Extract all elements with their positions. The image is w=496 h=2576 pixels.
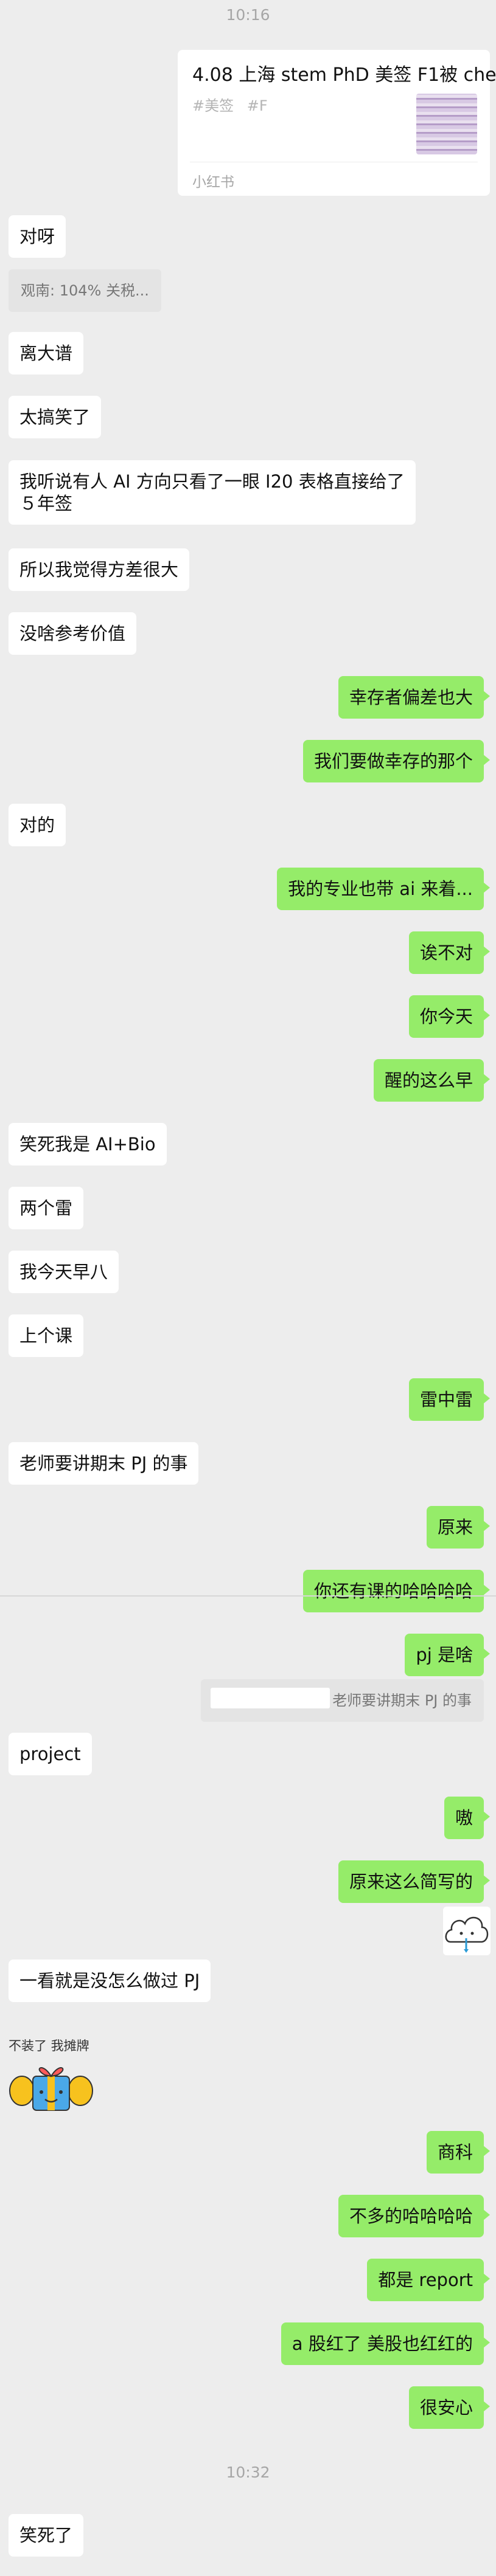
message-bubble[interactable]: project	[9, 1733, 92, 1775]
message-bubble[interactable]: 我今天早八	[9, 1251, 119, 1293]
quoted-message[interactable]: 老师要讲期末 PJ 的事	[201, 1679, 484, 1722]
message-bubble[interactable]: 你今天	[408, 995, 491, 1038]
message-bubble[interactable]: a 股红了 美股也红红的	[281, 2322, 491, 2365]
card-tags: #美签 #F	[192, 94, 276, 115]
redacted-name	[211, 1688, 330, 1708]
message-bubble[interactable]: 上个课	[9, 1314, 84, 1357]
card-tag: #F	[246, 97, 268, 114]
message-bubble[interactable]: 离大谱	[9, 332, 84, 375]
message-bubble[interactable]: 一看就是没怎么做过 PJ	[9, 1960, 211, 2002]
message-bubble[interactable]: 都是 report	[367, 2259, 490, 2301]
card-tag: #美签	[192, 97, 234, 114]
message-bubble[interactable]: 商科	[426, 2131, 491, 2174]
message-bubble[interactable]: 幸存者偏差也大	[338, 676, 491, 719]
message-bubble[interactable]: 醒的这么早	[373, 1059, 491, 1102]
gift-sticker-icon[interactable]	[9, 2058, 94, 2114]
gift-sticker-image	[9, 2067, 93, 2111]
message-bubble[interactable]: 没啥参考价值	[9, 612, 137, 655]
message-bubble[interactable]: 太搞笑了	[9, 396, 102, 438]
message-bubble[interactable]: 所以我觉得方差很大	[9, 548, 190, 591]
quoted-text: 老师要讲期末 PJ 的事	[332, 1692, 472, 1709]
message-bubble[interactable]: 原来这么简写的	[338, 1860, 491, 1903]
card-title: 4.08 上海 stem PhD 美签 F1被 check	[192, 64, 496, 86]
message-bubble[interactable]: 不多的哈哈哈哈	[338, 2195, 491, 2237]
message-bubble[interactable]: 我的专业也带 ai 来着...	[277, 868, 490, 910]
card-source: 小红书	[192, 174, 234, 190]
message-line: ５年签	[19, 493, 73, 514]
message-bubble[interactable]: 嗷	[444, 1797, 491, 1839]
card-thumbnail	[416, 94, 477, 154]
message-bubble[interactable]: 笑死了	[9, 2514, 84, 2557]
message-bubble[interactable]: 雷中雷	[408, 1378, 491, 1421]
message-bubble[interactable]: 很安心	[408, 2386, 491, 2429]
timestamp-top: 10:16	[226, 6, 270, 24]
quoted-message[interactable]: 观南: 104% 关税...	[9, 269, 161, 312]
shared-link-card[interactable]: 4.08 上海 stem PhD 美签 F1被 check #美签 #F 小红书	[178, 50, 496, 196]
sticker-caption: 不装了 我摊牌	[9, 2039, 89, 2053]
message-bubble[interactable]: 老师要讲期末 PJ 的事	[9, 1442, 199, 1485]
message-bubble[interactable]: 我们要做幸存的那个	[302, 740, 491, 782]
message-line: 我听说有人 AI 方向只看了一眼 I20 表格直接给了	[19, 471, 405, 492]
message-bubble[interactable]: 对的	[9, 804, 66, 846]
message-bubble[interactable]: pj 是啥	[405, 1634, 490, 1676]
divider-line	[0, 1595, 496, 1597]
cloud-sticker-image	[445, 1916, 489, 1953]
message-bubble-multiline[interactable]: 我听说有人 AI 方向只看了一眼 I20 表格直接给了 ５年签	[9, 460, 416, 525]
cloud-sticker-icon[interactable]	[443, 1907, 491, 1955]
message-bubble[interactable]: 你还有课的哈哈哈哈	[302, 1570, 491, 1612]
message-bubble[interactable]: 笑死我是 AI+Bio	[9, 1123, 167, 1165]
message-bubble[interactable]: 两个雷	[9, 1187, 84, 1229]
timestamp-mid: 10:32	[226, 2464, 270, 2481]
message-bubble[interactable]: 原来	[426, 1506, 491, 1549]
message-bubble[interactable]: 诶不对	[408, 931, 491, 974]
message-bubble[interactable]: 对呀	[9, 215, 66, 258]
